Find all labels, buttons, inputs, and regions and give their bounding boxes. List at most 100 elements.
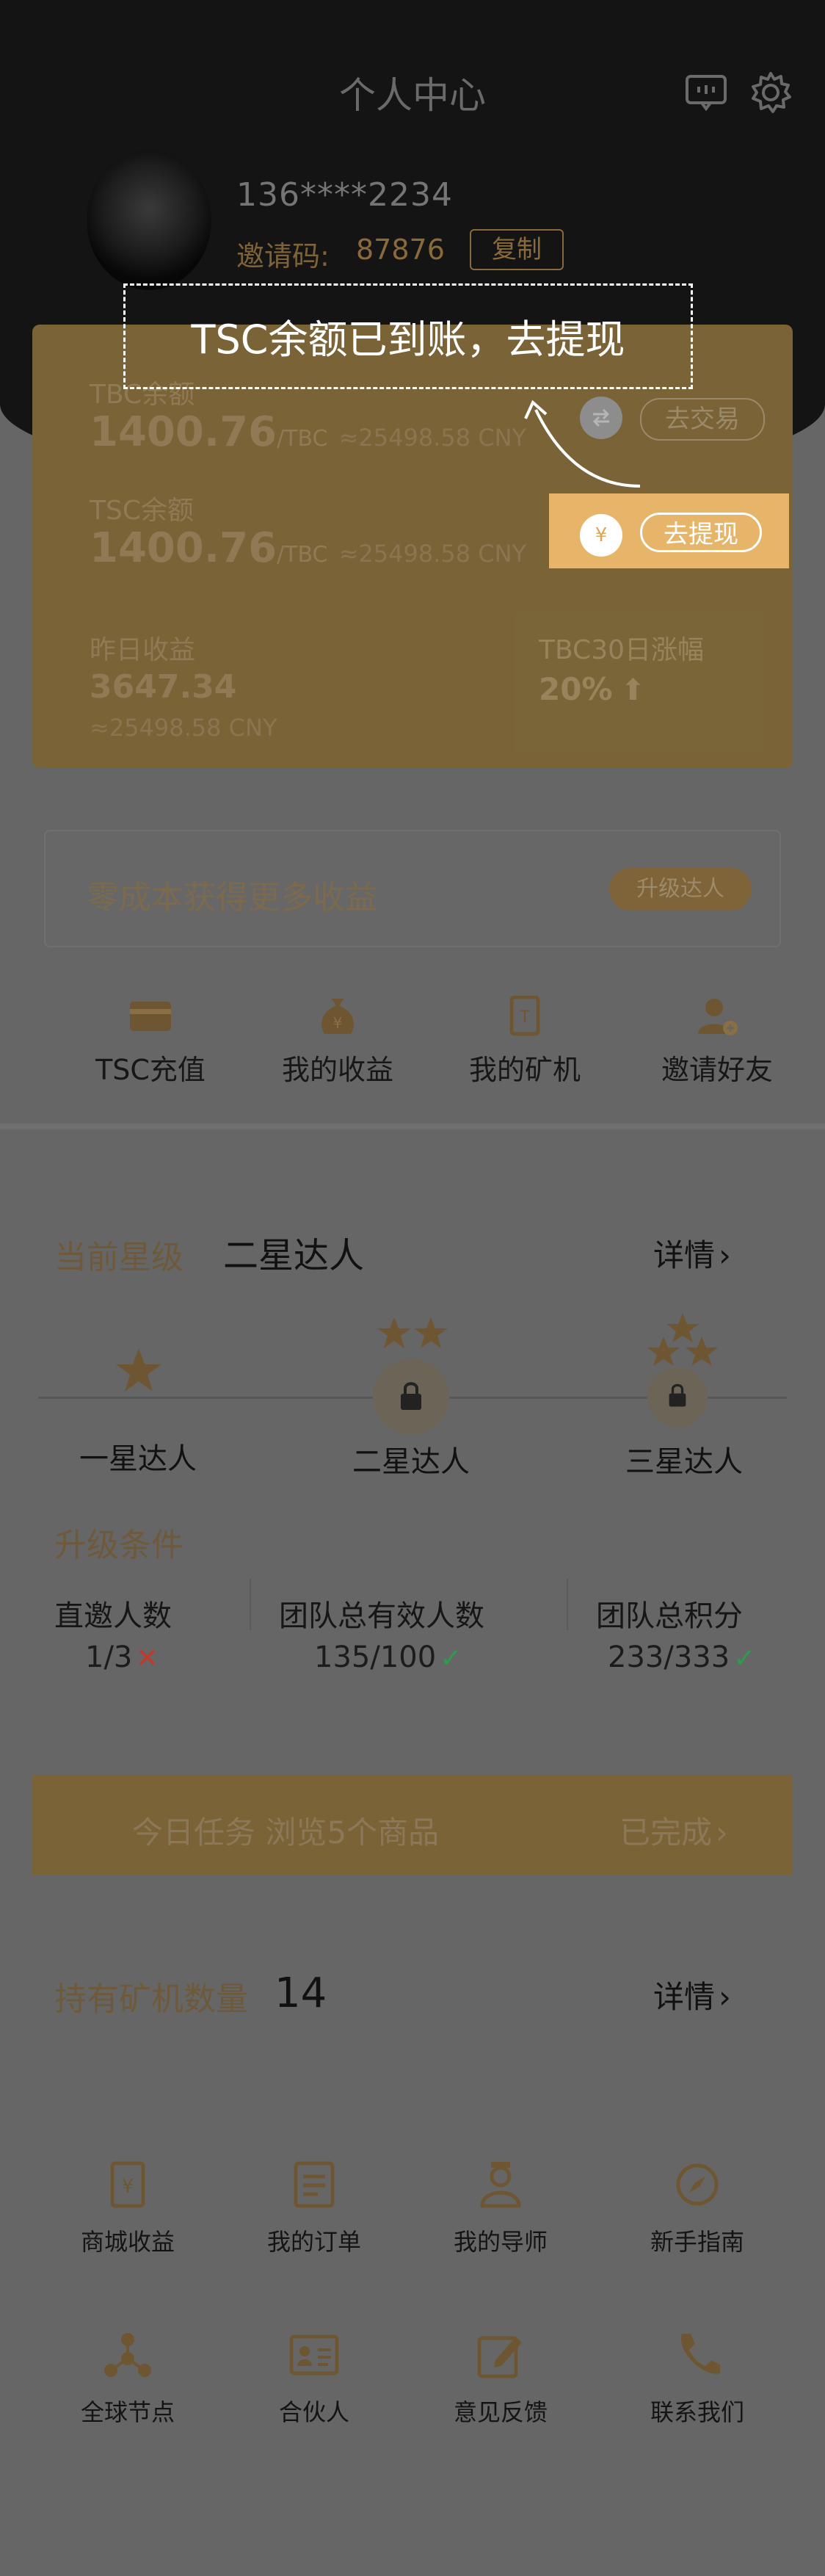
grid-item-contact-us[interactable]: 联系我们 xyxy=(617,2329,778,2432)
condition-value-row: 135/100 ✓ xyxy=(314,1640,462,1674)
star-level-value: 二星达人 xyxy=(223,1235,365,1276)
daily-task-status-row: 已完成 › xyxy=(619,1808,728,1853)
daily-task-text: 今日任务 浏览5个商品 xyxy=(132,1815,440,1850)
condition-value-row: 1/3 ✕ xyxy=(85,1640,159,1674)
withdraw-button[interactable]: 去提现 xyxy=(640,513,762,552)
tooltip-arrow-icon xyxy=(524,399,641,488)
section-divider xyxy=(0,1124,825,1129)
conditions-title: 升级条件 xyxy=(54,1527,183,1564)
check-icon: ✓ xyxy=(440,1643,462,1674)
grid-item-label: 商城收益 xyxy=(80,2228,175,2256)
grid-item-my-mentor[interactable]: 我的导师 xyxy=(420,2159,581,2262)
detail-label: 详情 xyxy=(653,1237,716,1273)
yesterday-earnings-cny: ≈25498.58 CNY xyxy=(90,714,277,742)
quick-action-tsc-recharge[interactable]: TSC充值 xyxy=(66,996,235,1091)
condition-value: 135/100 xyxy=(314,1640,437,1674)
upgrade-button[interactable]: 升级达人 xyxy=(609,868,752,911)
grid-item-label: 合伙人 xyxy=(278,2398,349,2426)
lock-icon xyxy=(668,1382,687,1411)
copy-button[interactable]: 复制 xyxy=(470,229,564,270)
yen-icon: ¥ xyxy=(580,514,622,557)
miners-detail-link[interactable]: 详情 › xyxy=(653,1972,731,2017)
level-1-label: 一星达人 xyxy=(79,1442,197,1476)
grid-item-label: 意见反馈 xyxy=(453,2398,548,2426)
check-icon: ✓ xyxy=(733,1643,756,1674)
grid-item-label: 我的导师 xyxy=(453,2228,548,2256)
tbc30-row: 20% ⬆ xyxy=(539,671,645,707)
grid-item-beginner-guide[interactable]: 新手指南 xyxy=(617,2159,778,2262)
invite-code: 87876 xyxy=(356,234,445,266)
star-icon xyxy=(647,1311,718,1372)
order-icon xyxy=(288,2159,340,2210)
tsc-balance-amount: 1400.76 xyxy=(90,524,277,572)
chevron-right-icon: › xyxy=(719,1237,731,1273)
quick-action-label: 邀请好友 xyxy=(661,1054,773,1086)
trade-button[interactable]: 去交易 xyxy=(640,398,765,441)
mentor-icon xyxy=(475,2159,526,2210)
grid-item-label: 我的订单 xyxy=(266,2228,361,2256)
grid-item-my-orders[interactable]: 我的订单 xyxy=(233,2159,395,2262)
tbc-balance-amount: 1400.76 xyxy=(90,408,277,456)
tbc-balance-row: 1400.76/TBC ≈25498.58 CNY xyxy=(90,408,526,456)
grid-item-label: 全球节点 xyxy=(80,2398,175,2426)
condition-label: 团队总积分 xyxy=(596,1599,743,1633)
daily-task-status: 已完成 xyxy=(619,1815,713,1850)
quick-action-invite-friends[interactable]: 邀请好友 xyxy=(633,996,802,1091)
divider xyxy=(567,1579,568,1630)
tooltip-text: TSC余额已到账，去提现 xyxy=(191,316,625,363)
quick-action-my-earnings[interactable]: ¥ 我的收益 xyxy=(253,996,422,1091)
chat-icon[interactable] xyxy=(683,69,730,116)
yesterday-earnings-label: 昨日收益 xyxy=(90,635,196,665)
moneybag-icon: ¥ xyxy=(314,996,361,1037)
tsc-balance-unit: /TBC xyxy=(277,542,328,568)
tsc-balance-cny: ≈25498.58 CNY xyxy=(338,540,527,568)
tbc30-value: 20% xyxy=(539,671,613,707)
personal-center-page: 个人中心 136****2234 邀请码: 87876 复制 TBC余额 140… xyxy=(0,0,825,2576)
star-level-label: 当前星级 xyxy=(54,1239,183,1276)
upgrade-banner-text: 零成本获得更多收益 xyxy=(87,879,377,916)
star-icon xyxy=(376,1316,449,1353)
id-card-icon xyxy=(288,2329,340,2381)
star-icon xyxy=(115,1347,163,1397)
grid-item-mall-earnings[interactable]: ¥ 商城收益 xyxy=(47,2159,208,2262)
miners-label: 持有矿机数量 xyxy=(54,1980,248,2018)
grid-item-partner[interactable]: 合伙人 xyxy=(233,2329,395,2432)
arrow-up-icon: ⬆ xyxy=(620,673,646,707)
grid-item-label: 联系我们 xyxy=(650,2398,744,2426)
miner-icon: T xyxy=(501,995,548,1037)
svg-text:T: T xyxy=(519,1008,530,1027)
invite-code-label: 邀请码: xyxy=(236,240,330,272)
condition-label: 直邀人数 xyxy=(54,1599,172,1633)
gear-icon[interactable] xyxy=(747,69,794,116)
phone-number: 136****2234 xyxy=(236,176,453,214)
quick-action-my-miners[interactable]: T 我的矿机 xyxy=(440,995,609,1091)
phone-icon xyxy=(672,2329,723,2381)
grid-item-label: 新手指南 xyxy=(650,2228,744,2256)
detail-label: 详情 xyxy=(653,1979,716,2015)
lock-icon xyxy=(399,1381,423,1414)
svg-text:¥: ¥ xyxy=(333,1014,343,1032)
tbc-balance-cny: ≈25498.58 CNY xyxy=(338,424,527,452)
card-icon xyxy=(127,996,174,1037)
nodes-icon xyxy=(102,2329,153,2381)
tbc30-label: TBC30日涨幅 xyxy=(539,635,705,665)
yesterday-earnings-amount: 3647.34 xyxy=(90,668,237,706)
condition-label: 团队总有效人数 xyxy=(279,1599,484,1633)
level-3-node xyxy=(647,1367,708,1428)
level-2-node xyxy=(373,1358,449,1435)
chevron-right-icon: › xyxy=(716,1815,728,1850)
grid-item-global-nodes[interactable]: 全球节点 xyxy=(47,2329,208,2432)
cross-icon: ✕ xyxy=(136,1643,159,1674)
condition-value: 233/333 xyxy=(608,1640,730,1674)
level-2-label: 二星达人 xyxy=(352,1445,470,1479)
tsc-balance-label: TSC余额 xyxy=(90,496,194,526)
divider xyxy=(250,1579,251,1630)
tsc-balance-row: 1400.76/TBC ≈25498.58 CNY xyxy=(90,524,526,572)
receipt-icon: ¥ xyxy=(102,2159,153,2210)
grid-item-feedback[interactable]: 意见反馈 xyxy=(420,2329,581,2432)
condition-value: 1/3 xyxy=(85,1640,133,1674)
star-level-detail-link[interactable]: 详情 › xyxy=(653,1231,731,1276)
avatar[interactable] xyxy=(87,151,211,290)
add-user-icon xyxy=(694,996,741,1037)
quick-action-label: 我的矿机 xyxy=(468,1054,581,1086)
